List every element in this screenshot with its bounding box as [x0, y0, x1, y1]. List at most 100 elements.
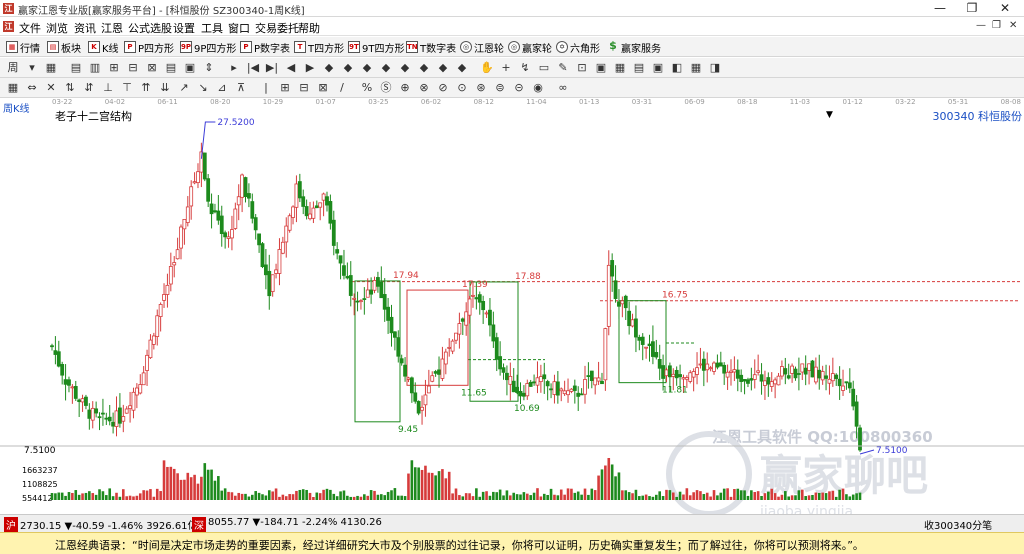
toolbar3-tool-icon[interactable]: ⊝ [512, 81, 526, 95]
toolbar3-tool-icon[interactable]: ✕ [44, 81, 58, 95]
close-button[interactable]: ✕ [988, 0, 1022, 17]
toolbar2-tool-icon[interactable]: ▤ [164, 61, 178, 75]
toolbar3-tool-icon[interactable]: ⊥ [101, 81, 115, 95]
toolbar2-tool-icon[interactable]: ▾ [25, 61, 39, 75]
toolbar-9p-square-button[interactable]: 9P 9P四方形 [180, 40, 236, 55]
sz-index-icon[interactable]: 深 [192, 517, 206, 532]
toolbar2-tool-icon[interactable]: ▶ [303, 61, 317, 75]
toolbar2-tool-icon[interactable]: |◀ [246, 61, 260, 75]
toolbar2-tool-icon[interactable]: ◆ [360, 61, 374, 75]
toolbar2-tool-icon[interactable]: ▥ [88, 61, 102, 75]
toolbar-9t-square-button[interactable]: 9T 9T四方形 [348, 40, 404, 55]
toolbar3-tool-icon[interactable]: ⊼ [234, 81, 248, 95]
menu-file[interactable]: 文件 [19, 20, 41, 36]
toolbar2-tool-icon[interactable]: ⊠ [145, 61, 159, 75]
toolbar2-tool-icon[interactable]: ✎ [556, 61, 570, 75]
toolbar2-tool-icon[interactable]: ⊞ [107, 61, 121, 75]
toolbar2-tool-icon[interactable]: ◆ [417, 61, 431, 75]
tick-detail-link[interactable]: 收300340分笔 [924, 517, 992, 532]
menu-formula-select[interactable]: 公式选股 [128, 20, 172, 36]
toolbar3-tool-icon[interactable]: ∞ [556, 81, 570, 95]
toolbar2-tool-icon[interactable]: ▦ [44, 61, 58, 75]
toolbar3-tool-icon[interactable]: ⇔ [25, 81, 39, 95]
toolbar2-tool-icon[interactable]: ⊟ [126, 61, 140, 75]
toolbar2-tool-icon[interactable]: ▭ [537, 61, 551, 75]
toolbar2-tool-icon[interactable]: ▣ [183, 61, 197, 75]
toolbar3-tool-icon[interactable]: ◉ [531, 81, 545, 95]
toolbar3-tool-icon[interactable]: ⊜ [493, 81, 507, 95]
toolbar3-tool-icon[interactable]: ⇅ [63, 81, 77, 95]
menu-window[interactable]: 窗口 [228, 20, 250, 36]
toolbar3-tool-icon[interactable]: ⊞ [278, 81, 292, 95]
toolbar3-tool-icon[interactable]: ⊘ [436, 81, 450, 95]
toolbar-p-square-button[interactable]: P P四方形 [124, 40, 174, 55]
toolbar2-tool-icon[interactable]: ▸ [227, 61, 241, 75]
toolbar2-tool-icon[interactable]: 周 [6, 61, 20, 75]
toolbar3-tool-icon[interactable]: ⊗ [417, 81, 431, 95]
toolbar2-tool-icon[interactable]: ◨ [708, 61, 722, 75]
toolbar2-tool-icon[interactable]: + [499, 61, 513, 75]
toolbar3-tool-icon[interactable]: ⊙ [455, 81, 469, 95]
period-label[interactable]: 周K线 [3, 100, 30, 115]
menu-tools[interactable]: 工具 [201, 20, 223, 36]
menu-browse[interactable]: 浏览 [46, 20, 68, 36]
toolbar3-tool-icon[interactable]: % [360, 81, 374, 95]
toolbar2-tool-icon[interactable]: ◆ [398, 61, 412, 75]
toolbar3-tool-icon[interactable]: ⊕ [398, 81, 412, 95]
toolbar2-tool-icon[interactable]: ▣ [594, 61, 608, 75]
toolbar2-tool-icon[interactable]: ▶| [265, 61, 279, 75]
mdi-restore-button[interactable]: ❐ [992, 20, 1001, 31]
toolbar3-tool-icon[interactable]: ▦ [6, 81, 20, 95]
menu-info[interactable]: 资讯 [74, 20, 96, 36]
toolbar3-tool-icon[interactable]: ↘ [196, 81, 210, 95]
menu-settings[interactable]: 设置 [173, 20, 195, 36]
toolbar3-tool-icon[interactable]: ⇵ [82, 81, 96, 95]
toolbar2-tool-icon[interactable]: ◆ [379, 61, 393, 75]
menu-gann[interactable]: 江恩 [101, 20, 123, 36]
toolbar2-tool-icon[interactable]: ◧ [670, 61, 684, 75]
toolbar2-tool-icon[interactable]: ▦ [689, 61, 703, 75]
mdi-minimize-button[interactable]: — [976, 20, 986, 31]
toolbar3-tool-icon[interactable]: ⊠ [316, 81, 330, 95]
toolbar2-tool-icon[interactable]: ⊡ [575, 61, 589, 75]
toolbar2-tool-icon[interactable]: ✋ [480, 61, 494, 75]
toolbar-service-button[interactable]: $ 赢家服务 [607, 40, 661, 55]
toolbar-quotes-button[interactable]: ▦ 行情 [6, 40, 40, 55]
toolbar-hexagon-button[interactable]: ✡ 六角形 [556, 40, 600, 55]
toolbar3-tool-icon[interactable]: ⇈ [139, 81, 153, 95]
toolbar3-tool-icon[interactable]: ⊤ [120, 81, 134, 95]
maximize-button[interactable]: ❐ [955, 0, 989, 17]
toolbar3-tool-icon[interactable]: / [335, 81, 349, 95]
toolbar-sector-button[interactable]: ▤ 板块 [47, 40, 81, 55]
toolbar2-tool-icon[interactable]: ◆ [322, 61, 336, 75]
toolbar2-tool-icon[interactable]: ◀ [284, 61, 298, 75]
toolbar2-tool-icon[interactable]: ▤ [69, 61, 83, 75]
toolbar-p-number-button[interactable]: P P数字表 [240, 40, 290, 55]
toolbar-gann-wheel-button[interactable]: ◎ 江恩轮 [460, 40, 504, 55]
toolbar2-tool-icon[interactable]: ◆ [436, 61, 450, 75]
toolbar3-tool-icon[interactable]: | [259, 81, 273, 95]
toolbar3-tool-icon[interactable]: ⊟ [297, 81, 311, 95]
toolbar-t-number-button[interactable]: TN T数字表 [406, 40, 456, 55]
toolbar-kline-button[interactable]: K K线 [88, 40, 119, 55]
menu-help[interactable]: 帮助 [298, 20, 320, 36]
toolbar2-tool-icon[interactable]: ◆ [341, 61, 355, 75]
sh-index-icon[interactable]: 沪 [4, 517, 18, 532]
menu-trade[interactable]: 交易委托 [255, 20, 299, 36]
toolbar-winner-wheel-button[interactable]: ◎ 赢家轮 [508, 40, 552, 55]
toolbar2-tool-icon[interactable]: ▦ [613, 61, 627, 75]
toolbar-t-square-button[interactable]: T T四方形 [294, 40, 344, 55]
toolbar3-tool-icon[interactable]: Ⓢ [379, 81, 393, 95]
toolbar3-tool-icon[interactable]: ⊿ [215, 81, 229, 95]
toolbar2-tool-icon[interactable]: ⇕ [202, 61, 216, 75]
toolbar2-tool-icon[interactable]: ▤ [632, 61, 646, 75]
kline-chart[interactable]: 江恩工具软件 QQ:100800360 赢家聊吧 jiaoba.yingjia.… [0, 118, 1024, 514]
mdi-close-button[interactable]: ✕ [1009, 20, 1017, 31]
toolbar2-tool-icon[interactable]: ▣ [651, 61, 665, 75]
toolbar2-tool-icon[interactable]: ↯ [518, 61, 532, 75]
minimize-button[interactable]: — [923, 0, 957, 17]
toolbar2-tool-icon[interactable]: ◆ [455, 61, 469, 75]
app-menu-icon[interactable]: 江 [3, 21, 14, 32]
toolbar3-tool-icon[interactable]: ⊛ [474, 81, 488, 95]
toolbar3-tool-icon[interactable]: ⇊ [158, 81, 172, 95]
